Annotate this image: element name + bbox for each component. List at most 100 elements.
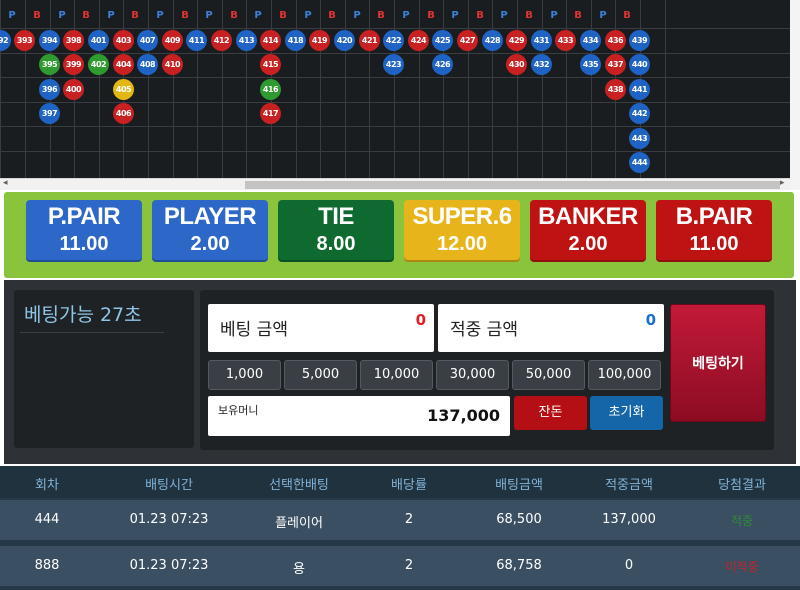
road-ball: 439 [629,30,650,51]
road-ball: 397 [39,103,60,124]
road-scrollbar[interactable]: ◂ ▸ [0,178,790,190]
road-header-label: B [476,10,484,21]
option-tie[interactable]: TIE 8.00 [278,200,394,262]
chip-5000-button[interactable]: 5,000 [284,360,357,390]
bet-amount-field: 베팅 금액 0 [208,304,434,352]
option-name: TIE [318,203,354,230]
scroll-right-icon[interactable]: ▸ [780,178,785,188]
road-header-label: P [550,10,558,21]
option-player[interactable]: PLAYER 2.00 [152,200,268,262]
road-header-label: P [599,10,607,21]
col-round: 회차 [35,478,59,493]
cell-bet-time: 01.23 07:23 [129,512,209,527]
road-ball: 438 [605,79,626,100]
road-ball: 434 [580,30,601,51]
road-header-label: P [107,10,115,21]
road-ball: 444 [629,152,650,173]
road-ball: 421 [359,30,380,51]
chip-10000-button[interactable]: 10,000 [360,360,433,390]
cell-round: 444 [34,512,60,527]
scroll-left-icon[interactable]: ◂ [3,178,8,188]
road-header-label: P [353,10,361,21]
col-bet-amount: 배팅금액 [495,478,543,493]
road-header-label: P [304,10,312,21]
road-ball: 419 [309,30,330,51]
cell-odds: 2 [404,512,414,527]
road-ball: 420 [334,30,355,51]
road-ball: 406 [113,103,134,124]
road-ball: 396 [39,79,60,100]
cell-odds: 2 [404,558,414,573]
road-ball: 423 [383,54,404,75]
cell-result: 미적중 [725,560,759,574]
option-name: P.PAIR [47,203,121,230]
road-ball: 403 [113,30,134,51]
road-header-label: B [574,10,582,21]
road-header-label: B [623,10,631,21]
change-button[interactable]: 잔돈 [514,396,587,430]
scroll-thumb[interactable] [245,181,780,189]
cell-bet-amount: 68,500 [496,512,542,527]
road-ball: 440 [629,54,650,75]
road-ball: 436 [605,30,626,51]
road-ball: 409 [162,30,183,51]
option-b-pair[interactable]: B.PAIR 11.00 [656,200,772,262]
road-ball: 395 [39,54,60,75]
road-header-label: P [500,10,508,21]
road-header-label: P [402,10,410,21]
chip-1000-button[interactable]: 1,000 [208,360,281,390]
road-ball: 422 [383,30,404,51]
place-bet-button[interactable]: 베팅하기 [670,304,766,422]
balance-value: 137,000 [427,406,500,425]
road-ball: 405 [113,79,134,100]
cell-round: 888 [34,558,60,573]
col-result: 당첨결과 [718,478,766,493]
option-p-pair[interactable]: P.PAIR 11.00 [26,200,142,262]
option-odds: 11.00 [689,233,739,255]
win-amount-label: 적중 금액 [450,320,518,340]
table-header: 회차 배팅시간 선택한배팅 배당률 배팅금액 적중금액 당첨결과 [0,466,800,498]
road-header-label: B [377,10,385,21]
road-ball: 416 [260,79,281,100]
road-ball: 401 [88,30,109,51]
bet-options: P.PAIR 11.00 PLAYER 2.00 TIE 8.00 SUPER.… [4,192,794,278]
road-ball: 399 [63,54,84,75]
road-ball: 431 [531,30,552,51]
road-ball: 428 [482,30,503,51]
chip-50000-button[interactable]: 50,000 [512,360,585,390]
table-row[interactable]: 444 01.23 07:23 플레이어 2 68,500 137,000 적중 [0,500,800,540]
cell-selection: 플레이어 [275,516,323,531]
road-ball: 424 [408,30,429,51]
road-ball: 410 [162,54,183,75]
road-ball: 425 [432,30,453,51]
bet-amount-value: 0 [415,311,426,329]
col-bet-time: 배팅시간 [145,478,193,493]
road-ball: 426 [432,54,453,75]
road-ball: 429 [506,30,527,51]
road-header-label: B [82,10,90,21]
road-header-label: P [254,10,262,21]
option-super-6[interactable]: SUPER.6 12.00 [404,200,520,262]
chip-100000-button[interactable]: 100,000 [588,360,661,390]
grid-line [0,126,790,127]
balance-label: 보유머니 [218,404,259,417]
road-ball: 432 [531,54,552,75]
cell-selection: 용 [293,562,305,577]
road-ball: 402 [88,54,109,75]
road-header-label: B [181,10,189,21]
table-row[interactable]: 888 01.23 07:23 용 2 68,758 0 미적중 [0,546,800,586]
betting-timer: 베팅가능 27초 [24,304,142,326]
cell-bet-amount: 68,758 [496,558,542,573]
grid-line [0,151,790,152]
option-banker[interactable]: BANKER 2.00 [530,200,646,262]
road-ball: 412 [211,30,232,51]
road-ball: 408 [137,54,158,75]
road-ball: 414 [260,30,281,51]
chip-30000-button[interactable]: 30,000 [436,360,509,390]
win-amount-field: 적중 금액 0 [438,304,664,352]
road-header-label: B [525,10,533,21]
option-odds: 8.00 [316,233,356,255]
road-ball: 407 [137,30,158,51]
reset-button[interactable]: 초기화 [590,396,663,430]
road-header-label: B [230,10,238,21]
